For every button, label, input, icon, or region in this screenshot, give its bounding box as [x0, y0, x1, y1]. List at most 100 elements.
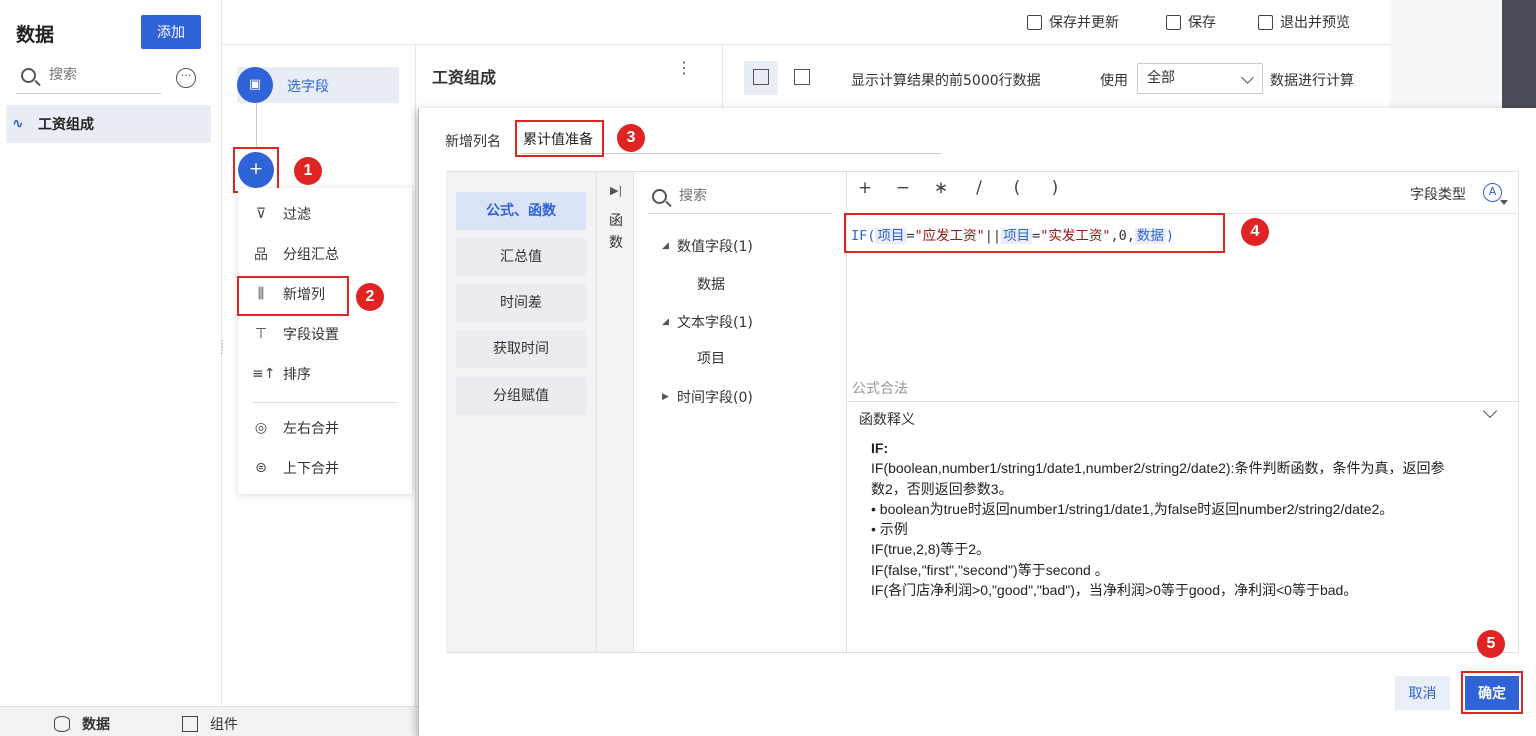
use-scope-select[interactable]: 全部	[1137, 63, 1263, 94]
step-badge-5: 5	[1477, 630, 1505, 658]
operator-minus[interactable]: −	[884, 178, 922, 198]
step-select-field[interactable]: ▣ 选字段	[237, 67, 399, 103]
field-data[interactable]: 数据	[697, 274, 725, 294]
grid-view-button[interactable]	[744, 61, 778, 95]
group-numeric[interactable]: ◢ 数值字段(1)	[662, 236, 753, 256]
menu-item-filter-label: 过滤	[283, 207, 311, 223]
calc-label: 数据进行计算	[1270, 73, 1354, 89]
layout-view-button[interactable]	[785, 61, 819, 95]
column-name-label: 新增列名	[445, 134, 501, 150]
save-button[interactable]: 保存	[1166, 12, 1216, 32]
group-time-label: 时间字段(0)	[677, 390, 753, 406]
save-icon	[1166, 14, 1181, 30]
menu-item-ud-merge[interactable]: ⊜ 上下合并	[238, 450, 412, 486]
operator-divide[interactable]: /	[960, 178, 998, 198]
search-icon	[652, 189, 667, 204]
category-summary[interactable]: 汇总值	[456, 238, 586, 276]
data-search-input[interactable]	[49, 67, 157, 83]
menu-item-group[interactable]: 品 分组汇总	[238, 236, 412, 272]
category-group-assign[interactable]: 分组赋值	[456, 377, 586, 415]
cancel-button[interactable]: 取消	[1395, 676, 1450, 710]
operator-bar: + − ∗ / ( )	[846, 178, 1074, 198]
search-icon	[21, 68, 36, 83]
operation-menu: ⊽ 过滤 品 分组汇总 ⫼ 新增列 ⊤ 字段设置 ≡↑ 排序 ◎ 左右合并 ⊜ …	[238, 188, 412, 494]
operator-plus[interactable]: +	[846, 178, 884, 198]
data-panel-title: 数据	[16, 24, 55, 46]
function-tab-label-2: 数	[609, 235, 623, 251]
save-label: 保存	[1188, 15, 1216, 31]
step-badge-1: 1	[294, 157, 322, 185]
step-badge-2: 2	[356, 283, 384, 311]
tab-data[interactable]: 数据	[54, 714, 110, 734]
function-tab[interactable]: ▶| 函 数	[596, 172, 634, 652]
menu-item-field-settings[interactable]: ⊤ 字段设置	[238, 316, 412, 352]
menu-item-ud-merge-label: 上下合并	[283, 461, 339, 477]
explain-line: IF(各门店净利润>0,"good","bad")，当净利润>0等于good，净…	[871, 582, 1358, 599]
bar-chart-icon	[182, 716, 198, 732]
explain-header[interactable]	[846, 401, 1518, 435]
exit-preview-label: 退出并预览	[1280, 15, 1350, 31]
group-numeric-label: 数值字段(1)	[677, 239, 753, 255]
background-panel	[1390, 0, 1502, 108]
operator-open-paren[interactable]: (	[998, 178, 1036, 198]
group-icon: 品	[254, 247, 268, 263]
grid-icon	[753, 69, 769, 85]
step-select-field-label: 选字段	[287, 79, 329, 95]
exit-preview-button[interactable]: 退出并预览	[1258, 12, 1350, 32]
menu-item-filter[interactable]: ⊽ 过滤	[238, 196, 412, 232]
chevron-down-icon	[1241, 71, 1254, 84]
group-time[interactable]: ▶ 时间字段(0)	[662, 387, 753, 407]
select-field-icon: ▣	[237, 67, 273, 103]
category-get-time[interactable]: 获取时间	[456, 330, 586, 368]
field-type-caret-icon[interactable]	[1500, 200, 1508, 205]
dataset-item[interactable]: ∿ 工资组成	[6, 105, 211, 143]
explain-line: IF(false,"first","second")等于second 。	[871, 561, 1109, 578]
menu-item-field-settings-label: 字段设置	[283, 327, 339, 343]
table-title: 工资组成	[432, 68, 497, 87]
save-update-button[interactable]: 保存并更新	[1027, 12, 1119, 32]
kebab-menu-icon[interactable]: ⋮	[676, 58, 692, 77]
field-type-label: 字段类型	[1410, 187, 1466, 203]
more-options-icon[interactable]: ···	[176, 68, 196, 88]
step-connector	[256, 103, 257, 149]
menu-item-group-label: 分组汇总	[283, 247, 339, 263]
function-tab-label-1: 函	[609, 213, 623, 229]
use-scope-value: 全部	[1147, 70, 1175, 86]
operator-multiply[interactable]: ∗	[922, 178, 960, 198]
tab-component[interactable]: 组件	[182, 714, 238, 734]
field-search-input[interactable]	[679, 188, 819, 204]
field-settings-icon: ⊤	[254, 326, 268, 342]
expand-arrow-icon[interactable]: ▶|	[610, 184, 622, 197]
tab-data-label: 数据	[82, 717, 110, 733]
field-search[interactable]	[648, 184, 832, 214]
lr-merge-icon: ◎	[254, 420, 268, 436]
menu-item-sort[interactable]: ≡↑ 排序	[238, 356, 412, 392]
step-badge-3: 3	[617, 124, 645, 152]
explain-line: IF:	[871, 440, 889, 456]
explain-title: 函数释义	[859, 412, 915, 428]
database-icon	[54, 716, 70, 732]
save-update-label: 保存并更新	[1049, 15, 1119, 31]
group-text[interactable]: ◢ 文本字段(1)	[662, 312, 753, 332]
preview-icon	[1258, 14, 1273, 30]
explain-line: IF(true,2,8)等于2。	[871, 541, 991, 558]
highlight-frame-confirm	[1461, 671, 1523, 714]
explain-line: • 示例	[871, 521, 908, 538]
row-limit-info: 显示计算结果的前5000行数据	[851, 73, 1041, 89]
resize-grip-icon[interactable]: ⋮ ⋮	[217, 340, 227, 356]
field-item[interactable]: 项目	[697, 348, 725, 368]
category-time-diff[interactable]: 时间差	[456, 284, 586, 322]
operator-close-paren[interactable]: )	[1036, 178, 1074, 198]
data-search[interactable]	[16, 64, 161, 94]
menu-item-lr-merge[interactable]: ◎ 左右合并	[238, 410, 412, 446]
highlight-frame-formula	[844, 213, 1225, 253]
tab-component-label: 组件	[210, 717, 238, 733]
category-formula[interactable]: 公式、函数	[456, 192, 586, 230]
add-button[interactable]: 添加	[141, 15, 201, 49]
background-overlay	[1390, 0, 1536, 108]
highlight-frame-new-column	[237, 276, 349, 316]
explain-body: IF: IF(boolean,number1/string1/date1,num…	[871, 438, 1501, 600]
menu-divider	[252, 402, 398, 403]
menu-item-lr-merge-label: 左右合并	[283, 421, 339, 437]
highlight-frame-add-step	[233, 147, 279, 193]
